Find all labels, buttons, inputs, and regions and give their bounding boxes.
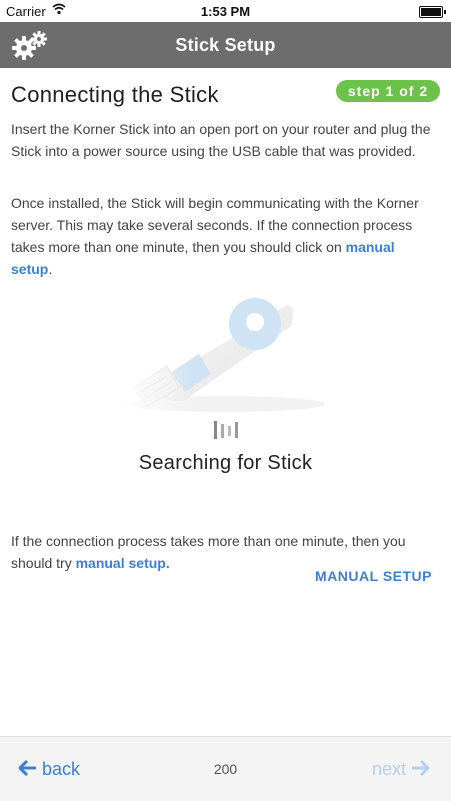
manual-setup-link-2[interactable]: manual setup. (76, 555, 170, 571)
status-bar: Carrier 1:53 PM (0, 0, 451, 22)
timeout-text: If the connection process takes more tha… (11, 533, 406, 571)
page-title: Connecting the Stick (11, 82, 219, 107)
instructions-paragraph: Insert the Korner Stick into an open por… (11, 121, 431, 159)
searching-spinner-icon (214, 421, 238, 439)
battery-icon (419, 6, 446, 18)
connection-text-end: . (48, 261, 53, 277)
nav-bar: Stick Setup (0, 22, 451, 68)
step-badge: step 1 of 2 (336, 80, 440, 102)
nav-title: Stick Setup (175, 35, 276, 55)
next-button[interactable]: next (371, 759, 431, 780)
stick-image (115, 296, 335, 416)
footer-bar: back 200 next (0, 736, 451, 801)
status-time: 1:53 PM (200, 4, 251, 19)
manual-setup-button[interactable]: MANUAL SETUP (315, 568, 432, 584)
next-label: next (371, 759, 406, 779)
searching-status: Searching for Stick (138, 452, 313, 474)
arrow-right-icon (412, 759, 431, 777)
connection-paragraph: Once installed, the Stick will begin com… (11, 192, 436, 280)
